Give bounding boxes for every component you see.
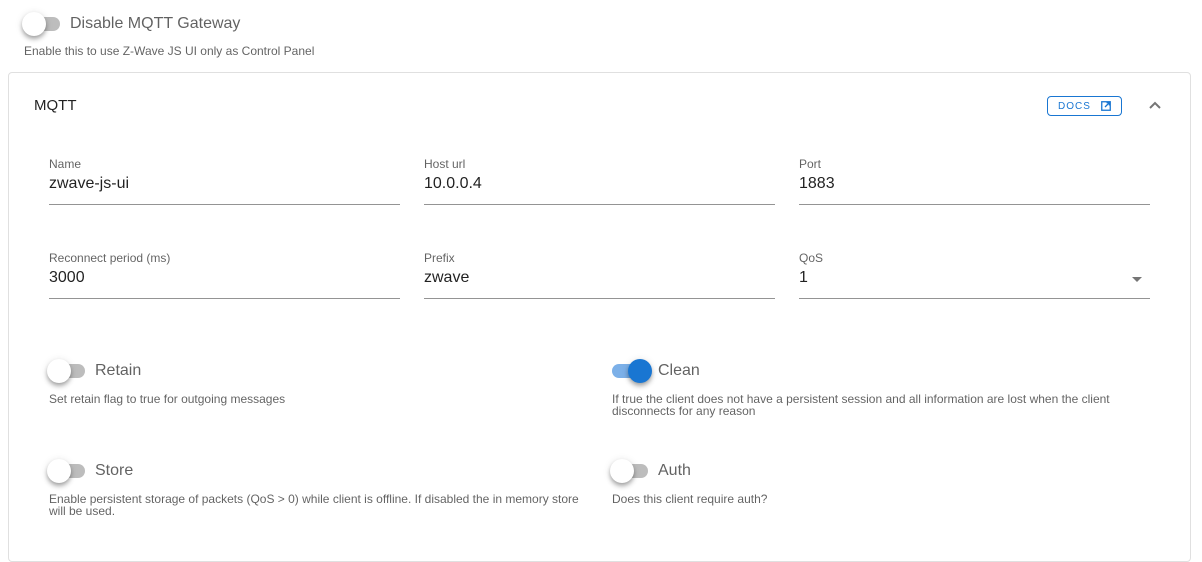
auth-label: Auth bbox=[658, 462, 691, 479]
retain-track[interactable] bbox=[47, 359, 85, 383]
name-label: Name bbox=[49, 157, 82, 171]
prefix-field: Prefix bbox=[424, 251, 775, 299]
disable-mqtt-gateway-switch[interactable]: Disable MQTT Gateway bbox=[22, 12, 241, 36]
qos-value: 1 bbox=[799, 269, 808, 286]
store-thumb[interactable] bbox=[47, 459, 71, 483]
clean-label: Clean bbox=[658, 362, 700, 379]
port-label: Port bbox=[799, 157, 822, 171]
auth-thumb[interactable] bbox=[610, 459, 634, 483]
store-switch[interactable]: Store bbox=[47, 459, 134, 483]
name-input[interactable] bbox=[49, 172, 400, 196]
clean-hint: If true the client does not have a persi… bbox=[612, 392, 1110, 418]
prefix-label: Prefix bbox=[424, 251, 455, 265]
dropdown-arrow-icon[interactable] bbox=[1132, 277, 1142, 282]
retain-switch[interactable]: Retain bbox=[47, 359, 142, 383]
panel-title: MQTT bbox=[34, 97, 77, 114]
prefix-input[interactable] bbox=[424, 266, 775, 290]
retain-label: Retain bbox=[95, 362, 142, 379]
reconnect-period-field: Reconnect period (ms) bbox=[49, 251, 400, 299]
chevron-up-icon[interactable] bbox=[1145, 95, 1165, 115]
qos-select[interactable]: QoS 1 bbox=[799, 251, 1150, 299]
host-url-field: Host url bbox=[424, 157, 775, 205]
mqtt-panel: MQTT DOCS Name Host url Port Reconnect p… bbox=[8, 72, 1191, 562]
store-label: Store bbox=[95, 462, 134, 479]
reconnect-period-label: Reconnect period (ms) bbox=[49, 251, 171, 265]
host-url-input[interactable] bbox=[424, 172, 775, 196]
disable-mqtt-gateway-thumb[interactable] bbox=[22, 12, 46, 36]
disable-mqtt-gateway-hint: Enable this to use Z-Wave JS UI only as … bbox=[24, 44, 315, 58]
docs-button-label: DOCS bbox=[1058, 100, 1091, 112]
open-in-new-icon bbox=[1101, 101, 1111, 111]
port-input[interactable] bbox=[799, 172, 1150, 196]
reconnect-period-input[interactable] bbox=[49, 266, 400, 290]
disable-mqtt-gateway-label: Disable MQTT Gateway bbox=[70, 15, 241, 32]
store-track[interactable] bbox=[47, 459, 85, 483]
clean-switch[interactable]: Clean bbox=[612, 359, 700, 383]
port-field: Port bbox=[799, 157, 1150, 205]
auth-hint: Does this client require auth? bbox=[612, 492, 768, 506]
auth-track[interactable] bbox=[610, 459, 648, 483]
retain-thumb[interactable] bbox=[47, 359, 71, 383]
name-field: Name bbox=[49, 157, 400, 205]
docs-button[interactable]: DOCS bbox=[1047, 96, 1122, 116]
qos-label: QoS bbox=[799, 251, 824, 265]
auth-switch[interactable]: Auth bbox=[610, 459, 691, 483]
host-url-label: Host url bbox=[424, 157, 466, 171]
store-hint: Enable persistent storage of packets (Qo… bbox=[49, 492, 579, 518]
clean-thumb[interactable] bbox=[628, 359, 652, 383]
disable-mqtt-gateway-track[interactable] bbox=[22, 12, 60, 36]
clean-track[interactable] bbox=[612, 359, 652, 383]
retain-hint: Set retain flag to true for outgoing mes… bbox=[49, 392, 286, 406]
